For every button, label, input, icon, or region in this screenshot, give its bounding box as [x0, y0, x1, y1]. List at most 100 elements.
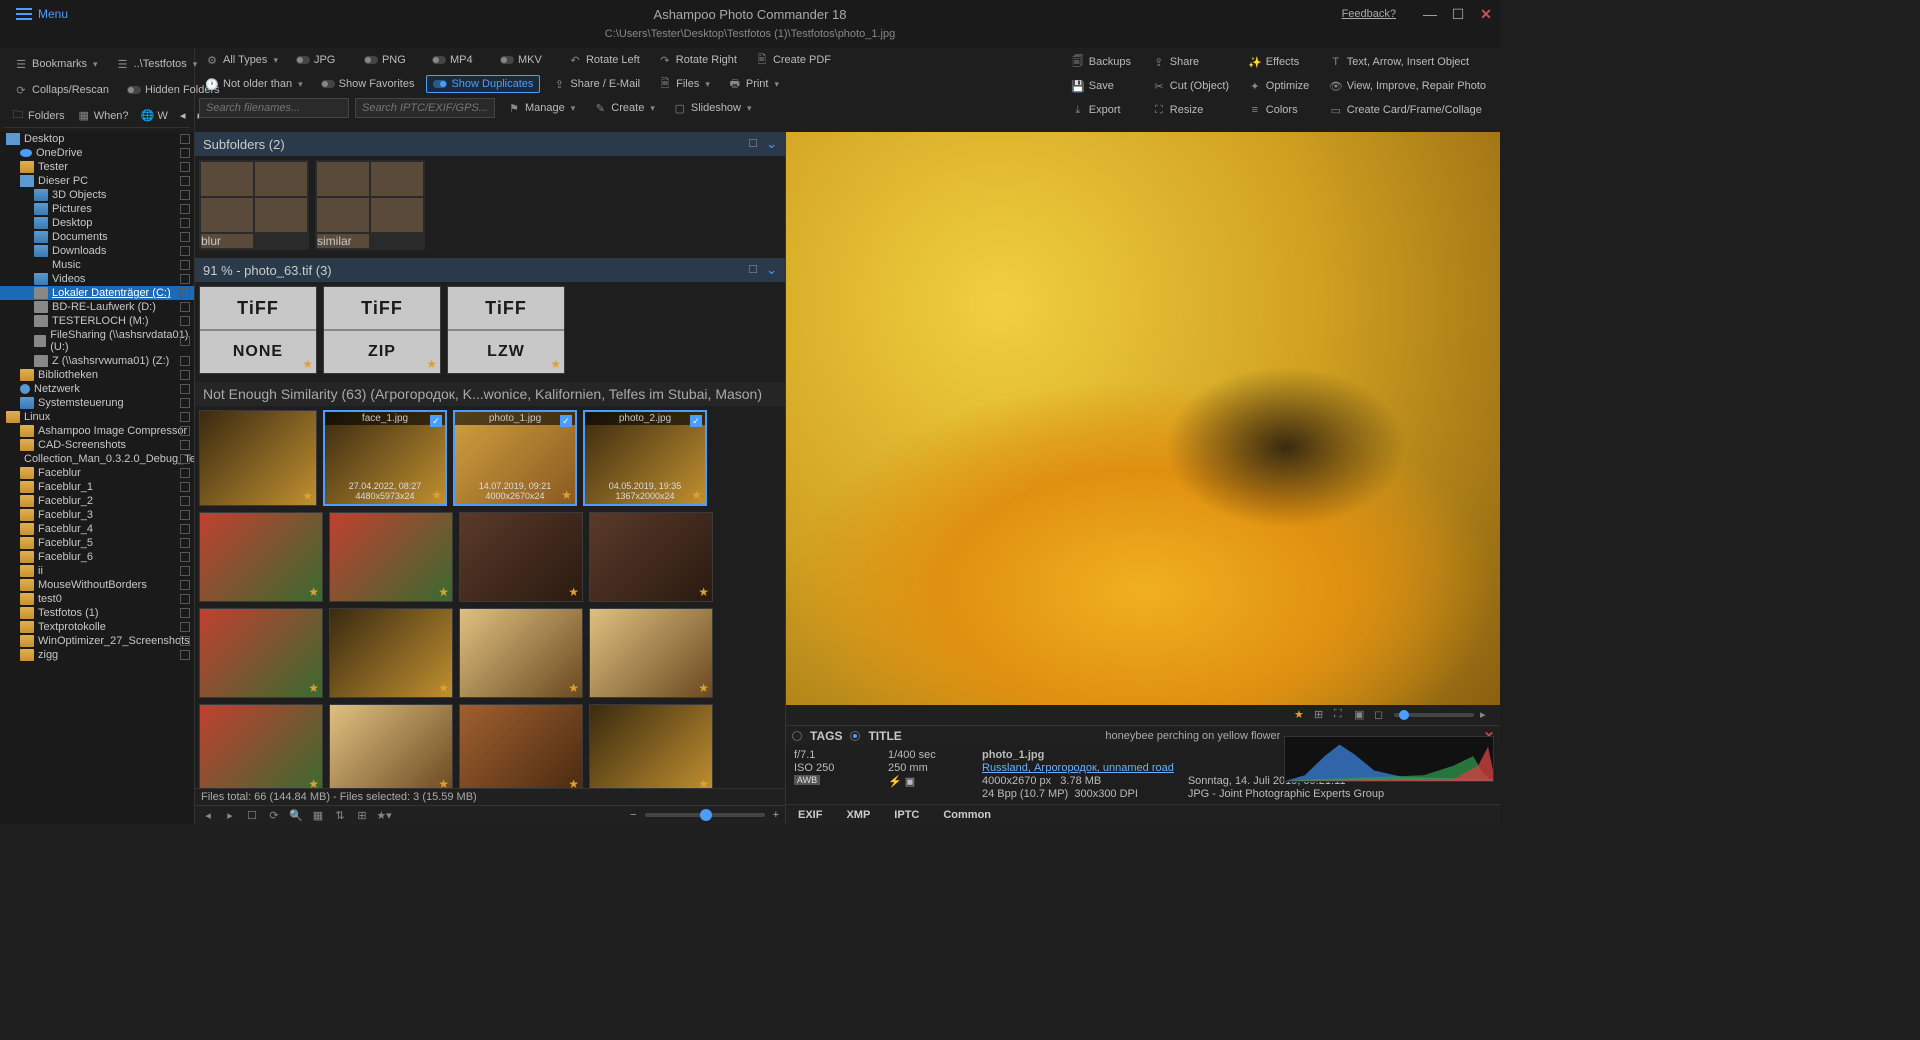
tab-folders[interactable]: 🗀Folders: [6, 107, 70, 125]
section-subfolders-header[interactable]: Subfolders (2) ☐⌄: [195, 132, 785, 156]
star-icon[interactable]: ★: [426, 357, 437, 371]
tree-item[interactable]: Netzwerk: [0, 382, 194, 396]
tree-checkbox[interactable]: [180, 370, 190, 380]
check-icon[interactable]: ✓: [430, 415, 442, 427]
tree-checkbox[interactable]: [180, 650, 190, 660]
show-favorites-toggle[interactable]: Show Favorites: [315, 76, 421, 92]
filter-mp4[interactable]: MP4: [426, 52, 488, 68]
tree-checkbox[interactable]: [180, 356, 190, 366]
tags-radio[interactable]: [792, 731, 802, 741]
tree-item[interactable]: Music: [0, 258, 194, 272]
chevron-down-icon[interactable]: ⌄: [766, 262, 777, 278]
maximize-button[interactable]: ☐: [1444, 0, 1472, 28]
photo-thumb[interactable]: ★: [589, 704, 713, 788]
duplicate-thumb[interactable]: TiFFLZW★: [447, 286, 565, 374]
tree-checkbox[interactable]: [180, 176, 190, 186]
tree-checkbox[interactable]: [180, 468, 190, 478]
photo-thumb[interactable]: ★: [459, 512, 583, 602]
tab-where[interactable]: 🌐W: [136, 107, 173, 125]
filter-png[interactable]: PNG: [358, 52, 420, 68]
tree-item[interactable]: zigg: [0, 648, 194, 662]
tree-item[interactable]: Faceblur_6: [0, 550, 194, 564]
collaps-rescan-button[interactable]: ⟳Collaps/Rescan: [8, 81, 115, 99]
tree-item[interactable]: Faceblur_4: [0, 522, 194, 536]
tree-checkbox[interactable]: [180, 148, 190, 158]
star-icon[interactable]: ★: [302, 357, 313, 371]
photo-thumb[interactable]: ★: [589, 608, 713, 698]
star-icon[interactable]: ★: [561, 488, 572, 502]
star-icon[interactable]: ★: [698, 681, 709, 695]
star-icon[interactable]: ★: [308, 777, 319, 788]
filter-jpg[interactable]: JPG: [290, 52, 352, 68]
photo-thumb[interactable]: ★: [199, 704, 323, 788]
feedback-link[interactable]: Feedback?: [1342, 8, 1396, 20]
expand-icon[interactable]: ⛶: [1334, 708, 1348, 722]
check-icon[interactable]: ✓: [690, 415, 702, 427]
tree-checkbox[interactable]: [180, 496, 190, 506]
nav-last-icon[interactable]: ▸: [223, 808, 237, 822]
tree-item[interactable]: ii: [0, 564, 194, 578]
filter-all-types[interactable]: ⚙All Types: [199, 51, 284, 69]
thumbnail-size-slider[interactable]: [645, 813, 765, 817]
info-tab-exif[interactable]: EXIF: [798, 809, 822, 821]
grid-icon[interactable]: ⊞: [1314, 708, 1328, 722]
tree-checkbox[interactable]: [180, 162, 190, 172]
tree-checkbox[interactable]: [180, 302, 190, 312]
tree-item[interactable]: Ashampoo Image Compressor: [0, 424, 194, 438]
tree-item[interactable]: Desktop: [0, 132, 194, 146]
tree-checkbox[interactable]: [180, 232, 190, 242]
share-button[interactable]: ⇪Share: [1146, 53, 1236, 71]
tree-item[interactable]: test0: [0, 592, 194, 606]
not-older-dropdown[interactable]: 🕐Not older than: [199, 75, 309, 93]
star-icon[interactable]: ★: [568, 777, 579, 788]
tree-item[interactable]: 3D Objects: [0, 188, 194, 202]
subfolder-thumb[interactable]: blur: [199, 160, 309, 250]
tree-item[interactable]: FileSharing (\\ashsrvdata01) (U:): [0, 328, 194, 354]
backups-button[interactable]: 🗐Backups: [1065, 53, 1140, 71]
tree-checkbox[interactable]: [180, 636, 190, 646]
zoom-in-icon[interactable]: +: [773, 809, 779, 821]
tree-checkbox[interactable]: [180, 482, 190, 492]
tree-item[interactable]: Faceblur: [0, 466, 194, 480]
tree-checkbox[interactable]: [180, 218, 190, 228]
tree-checkbox[interactable]: [180, 510, 190, 520]
slideshow-dropdown[interactable]: ▢Slideshow: [667, 99, 758, 117]
grid2-icon[interactable]: ⊞: [355, 808, 369, 822]
tree-checkbox[interactable]: [180, 412, 190, 422]
tree-item[interactable]: Z (\\ashsrvwuma01) (Z:): [0, 354, 194, 368]
checkbox-icon[interactable]: ☐: [746, 262, 760, 276]
section-notsim-header[interactable]: Not Enough Similarity (63) (Агрогородок,…: [195, 382, 785, 406]
photo-thumb[interactable]: ★: [329, 704, 453, 788]
tree-item[interactable]: Documents: [0, 230, 194, 244]
tree-checkbox[interactable]: [180, 260, 190, 270]
folder-tree[interactable]: DesktopOneDriveTesterDieser PC3D Objects…: [0, 132, 194, 824]
fav-filter-icon[interactable]: ★▾: [377, 808, 391, 822]
tree-item[interactable]: Desktop: [0, 216, 194, 230]
fit-icon[interactable]: ▣: [1354, 708, 1368, 722]
photo-thumb[interactable]: ★: [199, 410, 317, 506]
tree-item[interactable]: Dieser PC: [0, 174, 194, 188]
tree-item[interactable]: TESTERLOCH (M:): [0, 314, 194, 328]
tree-checkbox[interactable]: [180, 316, 190, 326]
tree-checkbox[interactable]: [180, 552, 190, 562]
create-pdf-button[interactable]: 🖹Create PDF: [749, 51, 837, 69]
tree-checkbox[interactable]: [180, 454, 190, 464]
tree-item[interactable]: Linux: [0, 410, 194, 424]
tree-checkbox[interactable]: [180, 190, 190, 200]
star-icon[interactable]: ★: [438, 585, 449, 599]
tree-checkbox[interactable]: [180, 336, 190, 346]
export-button[interactable]: ⤓Export: [1065, 101, 1140, 119]
tab-when[interactable]: ▦When?: [72, 107, 134, 125]
bookmarks-dropdown[interactable]: ☰Bookmarks: [8, 55, 104, 73]
tree-checkbox[interactable]: [180, 566, 190, 576]
create-dropdown[interactable]: ✎Create: [587, 99, 661, 117]
tree-item[interactable]: Faceblur_5: [0, 536, 194, 550]
tree-checkbox[interactable]: [180, 594, 190, 604]
effects-button[interactable]: ✨Effects: [1242, 53, 1317, 71]
tree-item[interactable]: Testfotos (1): [0, 606, 194, 620]
tree-item[interactable]: Systemsteuerung: [0, 396, 194, 410]
star-icon[interactable]: ★: [431, 488, 442, 502]
star-icon[interactable]: ★: [438, 681, 449, 695]
tree-item[interactable]: BD-RE-Laufwerk (D:): [0, 300, 194, 314]
tree-checkbox[interactable]: [180, 384, 190, 394]
